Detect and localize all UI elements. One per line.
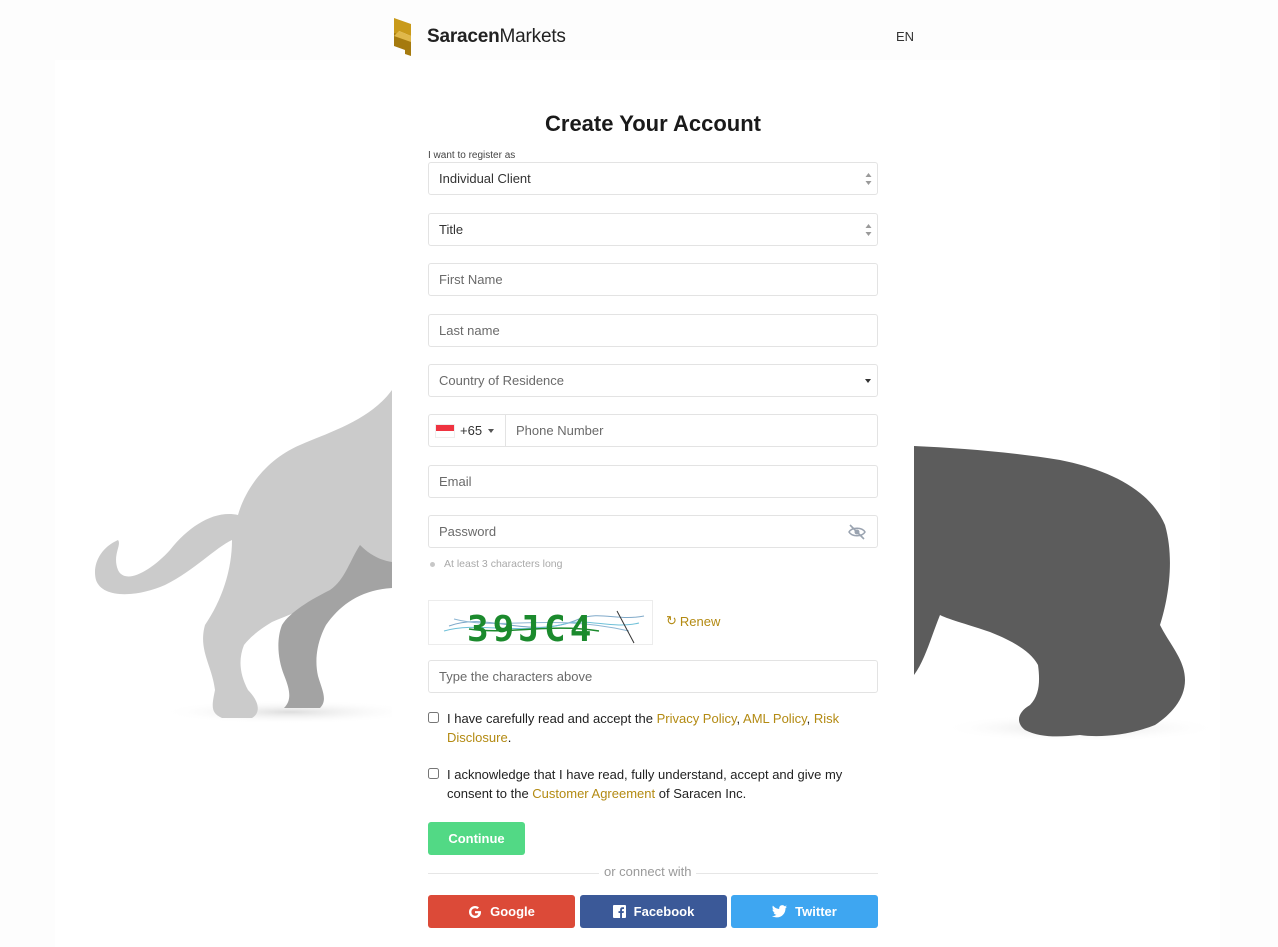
password-placeholder: Password [439, 524, 497, 539]
consent1-suffix: . [507, 730, 512, 745]
captcha-image: 39JC4 [428, 600, 653, 645]
password-hint: At least 3 characters long [430, 558, 562, 570]
aml-policy-link[interactable]: AML Policy [743, 711, 807, 726]
select-arrows-icon [865, 173, 872, 185]
registration-card: Create Your Account I want to register a… [392, 86, 914, 947]
connect-with-label: or connect with [599, 864, 697, 879]
password-field[interactable]: Password [428, 515, 878, 548]
password-hint-text: At least 3 characters long [444, 558, 563, 570]
consent-agreement-row: I acknowledge that I have read, fully un… [428, 765, 878, 803]
title-select[interactable]: Title [428, 213, 878, 246]
captcha-input-placeholder: Type the characters above [439, 669, 593, 684]
title-select-value: Title [439, 222, 464, 237]
caret-down-icon [488, 428, 495, 433]
renew-label: Renew [679, 613, 721, 629]
captcha-graphic: 39JC4 [443, 609, 645, 645]
facebook-icon [612, 905, 626, 918]
consent1-sep2: , [806, 711, 814, 726]
google-icon [469, 905, 482, 918]
site-header: SaracenMarkets EN [391, 16, 914, 60]
last-name-field[interactable]: Last name [428, 314, 878, 347]
consent-agreement-text: I acknowledge that I have read, fully un… [447, 765, 878, 803]
logo-icon [394, 18, 411, 56]
caret-down-icon [865, 379, 871, 383]
language-selector[interactable]: EN [896, 29, 914, 44]
select-arrows-icon [865, 224, 872, 236]
email-field[interactable]: Email [428, 465, 878, 498]
twitter-login-button[interactable]: Twitter [731, 895, 878, 928]
continue-button[interactable]: Continue [428, 822, 525, 855]
captcha-input[interactable]: Type the characters above [428, 660, 878, 693]
consent-agreement-checkbox[interactable] [428, 768, 439, 779]
brand-logo[interactable]: SaracenMarkets [391, 16, 566, 58]
facebook-login-button[interactable]: Facebook [580, 895, 727, 928]
hint-bullet [430, 561, 435, 567]
singapore-flag-icon [435, 423, 455, 438]
consent1-prefix: I have carefully read and accept the [447, 711, 657, 726]
first-name-field[interactable]: First Name [428, 263, 878, 296]
privacy-policy-link[interactable]: Privacy Policy [657, 711, 737, 726]
customer-agreement-link[interactable]: Customer Agreement [532, 786, 655, 801]
google-label: Google [490, 904, 535, 919]
google-login-button[interactable]: Google [428, 895, 575, 928]
consent-policies-row: I have carefully read and accept the Pri… [428, 709, 878, 747]
first-name-placeholder: First Name [439, 272, 503, 287]
twitter-label: Twitter [795, 904, 837, 919]
consent2-suffix: of Saracen Inc. [655, 786, 747, 801]
consent-policies-text: I have carefully read and accept the Pri… [447, 709, 878, 747]
register-as-value: Individual Client [439, 171, 531, 186]
captcha-text: 39JC4 [467, 609, 595, 645]
brand-name: SaracenMarkets [427, 26, 566, 48]
phone-field: +65 Phone Number [428, 414, 878, 447]
twitter-icon [772, 905, 788, 918]
consent-policies-checkbox[interactable] [428, 712, 439, 723]
register-as-label: I want to register as [428, 150, 516, 161]
captcha-renew-button[interactable]: ↻ Renew [666, 613, 720, 629]
email-placeholder: Email [439, 474, 472, 489]
country-placeholder: Country of Residence [439, 373, 565, 388]
brand-name-bold: Saracen [427, 26, 500, 47]
refresh-icon: ↻ [666, 613, 677, 628]
eye-slash-icon[interactable] [848, 524, 866, 540]
country-select[interactable]: Country of Residence [428, 364, 878, 397]
register-as-select[interactable]: Individual Client [428, 162, 878, 195]
phone-country-code-dropdown[interactable]: +65 [429, 415, 506, 446]
phone-prefix: +65 [460, 423, 483, 438]
last-name-placeholder: Last name [439, 323, 500, 338]
page-title: Create Your Account [545, 111, 761, 136]
brand-name-light: Markets [499, 26, 566, 47]
phone-number-input[interactable]: Phone Number [506, 423, 603, 438]
facebook-label: Facebook [633, 904, 695, 919]
